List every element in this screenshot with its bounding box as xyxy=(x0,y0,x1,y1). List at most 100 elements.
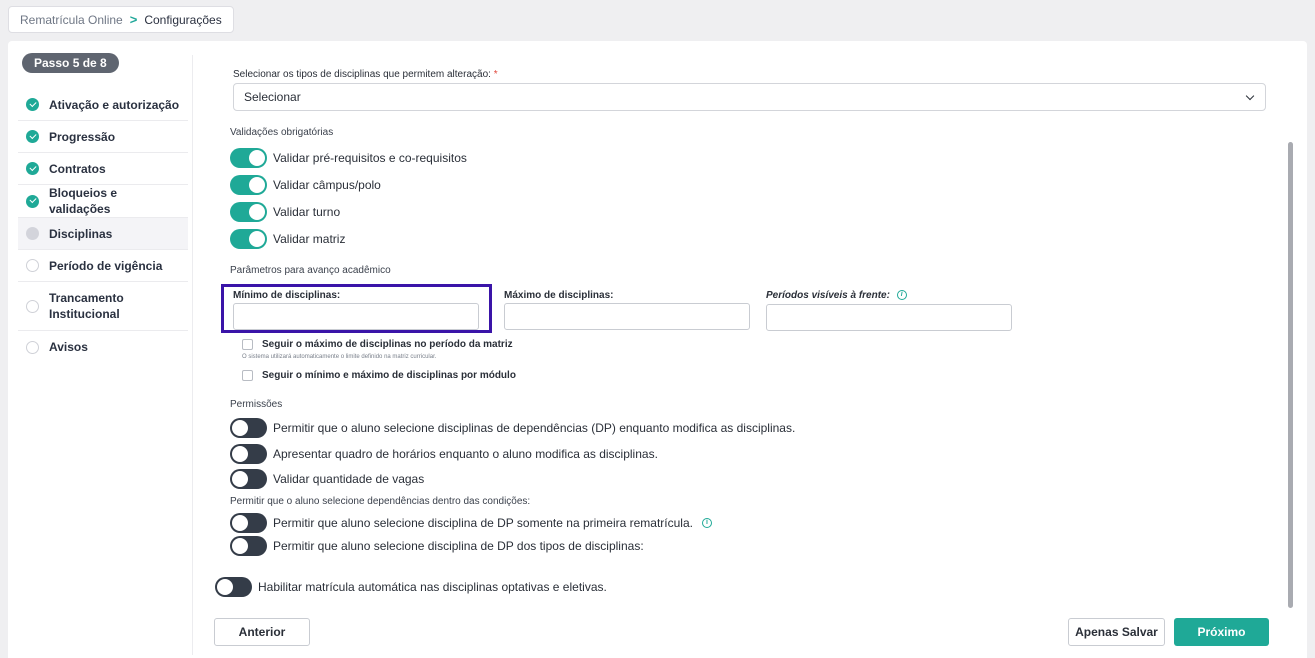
chevron-down-icon xyxy=(1245,91,1255,101)
sidebar-item-trancamento[interactable]: Trancamento Institucional xyxy=(18,282,188,331)
toggle-campus[interactable] xyxy=(230,175,267,195)
min-disciplines-label: Mínimo de disciplinas: xyxy=(233,290,341,301)
pending-step-dot-icon xyxy=(26,299,39,313)
toggle-auto-enroll[interactable] xyxy=(215,577,252,597)
sidebar-item-ativacao[interactable]: Ativação e autorização xyxy=(18,89,188,121)
toggle-permission-schedule[interactable] xyxy=(230,444,267,464)
sidebar-item-label: Progressão xyxy=(49,129,116,144)
breadcrumb: Rematrícula Online > Configurações xyxy=(8,6,234,33)
toggle-label: Validar câmpus/polo xyxy=(273,178,381,192)
validation-row-prereq: Validar pré-requisitos e co-requisitos xyxy=(230,148,467,168)
check-circle-icon xyxy=(26,162,39,175)
scrollbar-thumb[interactable] xyxy=(1288,142,1293,608)
conditions-title: Permitir que o aluno selecione dependênc… xyxy=(230,496,531,507)
sidebar-item-label: Período de vigência xyxy=(49,258,163,273)
toggle-permission-dp[interactable] xyxy=(230,418,267,438)
auto-enroll-row: Habilitar matrícula automática nas disci… xyxy=(215,577,607,597)
max-disciplines-label: Máximo de disciplinas: xyxy=(504,290,614,301)
toggle-matriz[interactable] xyxy=(230,229,267,249)
pending-step-dot-icon xyxy=(26,259,39,272)
checkbox-label: Seguir o máximo de disciplinas no períod… xyxy=(262,339,513,350)
breadcrumb-root-link[interactable]: Rematrícula Online xyxy=(20,13,123,27)
next-button[interactable]: Próximo xyxy=(1174,618,1269,646)
permission-row-vacancies: Validar quantidade de vagas xyxy=(230,469,424,489)
periods-ahead-input[interactable] xyxy=(766,304,1012,331)
sidebar-item-label: Ativação e autorização xyxy=(49,97,180,112)
sidebar-item-label: Trancamento Institucional xyxy=(49,291,124,321)
sidebar-item-bloqueios[interactable]: Bloqueios e validações xyxy=(18,185,188,218)
current-step-dot-icon xyxy=(26,227,39,240)
sidebar-item-progressao[interactable]: Progressão xyxy=(18,121,188,153)
periods-ahead-label: Períodos visíveis à frente: i xyxy=(766,290,907,301)
scrollbar-track[interactable] xyxy=(1287,69,1293,629)
sidebar-item-avisos[interactable]: Avisos xyxy=(18,331,188,363)
toggle-label: Permitir que aluno selecione disciplina … xyxy=(273,516,693,530)
validation-row-campus: Validar câmpus/polo xyxy=(230,175,381,195)
sidebar-item-label: Avisos xyxy=(49,340,88,354)
toggle-permission-vacancies[interactable] xyxy=(230,469,267,489)
sidebar-item-periodo[interactable]: Período de vigência xyxy=(18,250,188,282)
sidebar-item-disciplinas[interactable]: Disciplinas xyxy=(18,218,188,250)
condition-row-types: Permitir que aluno selecione disciplina … xyxy=(230,536,644,556)
follow-max-row: Seguir o máximo de disciplinas no períod… xyxy=(242,339,513,350)
sidebar-item-label: Bloqueios e validações xyxy=(49,186,118,216)
toggle-knob xyxy=(232,446,248,462)
toggle-label: Permitir que aluno selecione disciplina … xyxy=(273,539,644,553)
toggle-label: Permitir que o aluno selecione disciplin… xyxy=(273,421,796,435)
toggle-condition-first[interactable] xyxy=(230,513,267,533)
check-circle-icon xyxy=(26,194,39,208)
periods-ahead-label-text: Períodos visíveis à frente: xyxy=(766,290,890,301)
toggle-condition-types[interactable] xyxy=(230,536,267,556)
sidebar-item-contratos[interactable]: Contratos xyxy=(18,153,188,185)
steps-sidebar: Passo 5 de 8 Ativação e autorização Prog… xyxy=(18,53,188,363)
toggle-turno[interactable] xyxy=(230,202,267,222)
toggle-label: Apresentar quadro de horários enquanto o… xyxy=(273,447,658,461)
permissions-title: Permissões xyxy=(230,399,283,410)
validation-row-matriz: Validar matriz xyxy=(230,229,345,249)
validation-row-turno: Validar turno xyxy=(230,202,340,222)
min-disciplines-input[interactable] xyxy=(233,303,479,330)
toggle-knob xyxy=(232,420,248,436)
toggle-knob xyxy=(232,471,248,487)
toggle-label: Habilitar matrícula automática nas disci… xyxy=(258,580,607,594)
max-disciplines-input[interactable] xyxy=(504,303,750,330)
follow-module-checkbox[interactable] xyxy=(242,370,253,381)
follow-max-hint: O sistema utilizará automaticamente o li… xyxy=(242,354,437,360)
types-field-label: Selecionar os tipos de disciplinas que p… xyxy=(233,69,498,80)
wizard-footer: Anterior Apenas Salvar Próximo xyxy=(193,606,1288,658)
toggle-knob xyxy=(217,579,233,595)
toggle-label: Validar quantidade de vagas xyxy=(273,472,425,486)
follow-module-row: Seguir o mínimo e máximo de disciplinas … xyxy=(242,370,516,381)
toggle-knob xyxy=(249,177,265,193)
info-icon[interactable]: i xyxy=(701,518,712,528)
previous-button[interactable]: Anterior xyxy=(214,618,310,646)
condition-row-first: Permitir que aluno selecione disciplina … xyxy=(230,513,712,533)
toggle-knob xyxy=(249,150,265,166)
required-mark: * xyxy=(493,69,498,80)
advance-title: Parâmetros para avanço acadêmico xyxy=(230,265,391,276)
toggle-knob xyxy=(249,231,265,247)
check-circle-icon xyxy=(26,98,39,111)
toggle-prereq[interactable] xyxy=(230,148,267,168)
toggle-label: Validar pré-requisitos e co-requisitos xyxy=(273,151,467,165)
types-select[interactable]: Selecionar xyxy=(233,83,1266,111)
permission-row-schedule: Apresentar quadro de horários enquanto o… xyxy=(230,444,658,464)
types-field-label-text: Selecionar os tipos de disciplinas que p… xyxy=(233,69,491,80)
toggle-label: Validar turno xyxy=(273,205,341,219)
main-content: Selecionar os tipos de disciplinas que p… xyxy=(193,41,1293,658)
chevron-right-icon: > xyxy=(129,12,138,27)
pending-step-dot-icon xyxy=(26,340,39,354)
types-select-value: Selecionar xyxy=(244,90,301,104)
check-circle-icon xyxy=(26,130,39,143)
validations-title: Validações obrigatórias xyxy=(230,127,334,138)
toggle-knob xyxy=(232,515,248,531)
info-icon[interactable]: i xyxy=(896,290,907,301)
follow-max-checkbox[interactable] xyxy=(242,339,253,350)
sidebar-item-label: Disciplinas xyxy=(49,226,113,241)
breadcrumb-current: Configurações xyxy=(144,12,222,27)
toggle-knob xyxy=(249,204,265,220)
wizard-card: Passo 5 de 8 Ativação e autorização Prog… xyxy=(8,41,1307,658)
sidebar-item-label: Contratos xyxy=(49,161,106,176)
step-counter-badge: Passo 5 de 8 xyxy=(22,53,119,73)
save-only-button[interactable]: Apenas Salvar xyxy=(1068,618,1165,646)
